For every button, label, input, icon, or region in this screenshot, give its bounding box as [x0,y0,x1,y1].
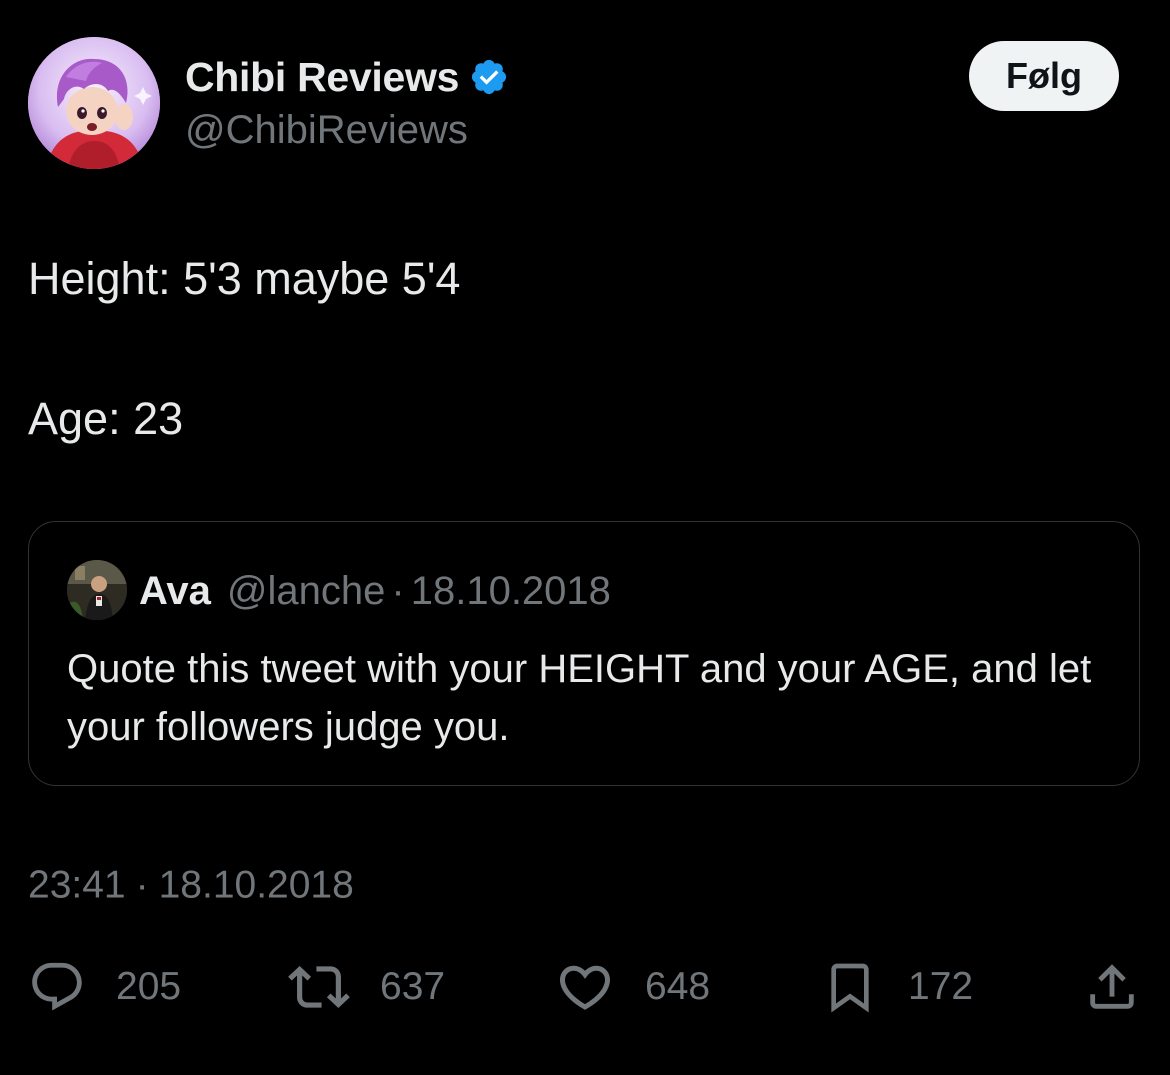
reply-count: 205 [116,965,182,1008]
timestamp-time[interactable]: 23:41 [28,864,126,907]
author-avatar[interactable] [28,37,160,169]
author-name-row[interactable]: Chibi Reviews [185,52,509,102]
timestamp-date[interactable]: 18.10.2018 [159,864,354,907]
author-display-name[interactable]: Chibi Reviews [185,54,459,101]
bookmark-icon [831,963,869,1013]
share-button[interactable] [1083,955,1141,1019]
quoted-tweet-card[interactable]: Ava @lanche · 18.10.2018 Quote this twee… [28,521,1140,786]
quoted-tweet-text: Quote this tweet with your HEIGHT and yo… [67,647,1092,749]
tweet-text-line-2: Age: 23 [28,393,184,444]
reply-icon [32,962,82,1011]
author-handle[interactable]: @ChibiReviews [185,108,468,153]
verified-badge-icon[interactable] [469,57,509,97]
reply-button[interactable]: 205 [28,955,181,1019]
quoted-author-handle: @lanche [226,568,386,613]
retweet-icon [288,966,350,1008]
quoted-meta-separator: · [391,568,405,613]
share-icon [1090,964,1134,1009]
quoted-tweet-date: 18.10.2018 [410,568,611,613]
follow-button[interactable]: Følg [969,41,1119,111]
retweet-count: 637 [380,965,446,1008]
like-button[interactable]: 648 [555,955,710,1019]
timestamp-separator: · [135,863,149,907]
chibi-avatar-illustration [28,37,160,169]
like-count: 648 [645,965,711,1008]
person-photo-icon [67,560,127,620]
retweet-button[interactable]: 637 [288,955,445,1019]
bookmark-count: 172 [908,965,974,1008]
tweet-detail: Chibi Reviews @ChibiReviews Følg Height:… [0,0,1170,1075]
tweet-text-line-1: Height: 5'3 maybe 5'4 [28,253,461,304]
tweet-timestamp[interactable]: 23:41 · 18.10.2018 [28,862,354,908]
quoted-author-avatar [67,560,127,620]
bookmark-button[interactable]: 172 [822,955,973,1019]
quoted-author-name: Ava [139,568,211,613]
quoted-tweet-meta: Ava @lanche · 18.10.2018 [139,566,611,616]
heart-icon [559,965,611,1010]
